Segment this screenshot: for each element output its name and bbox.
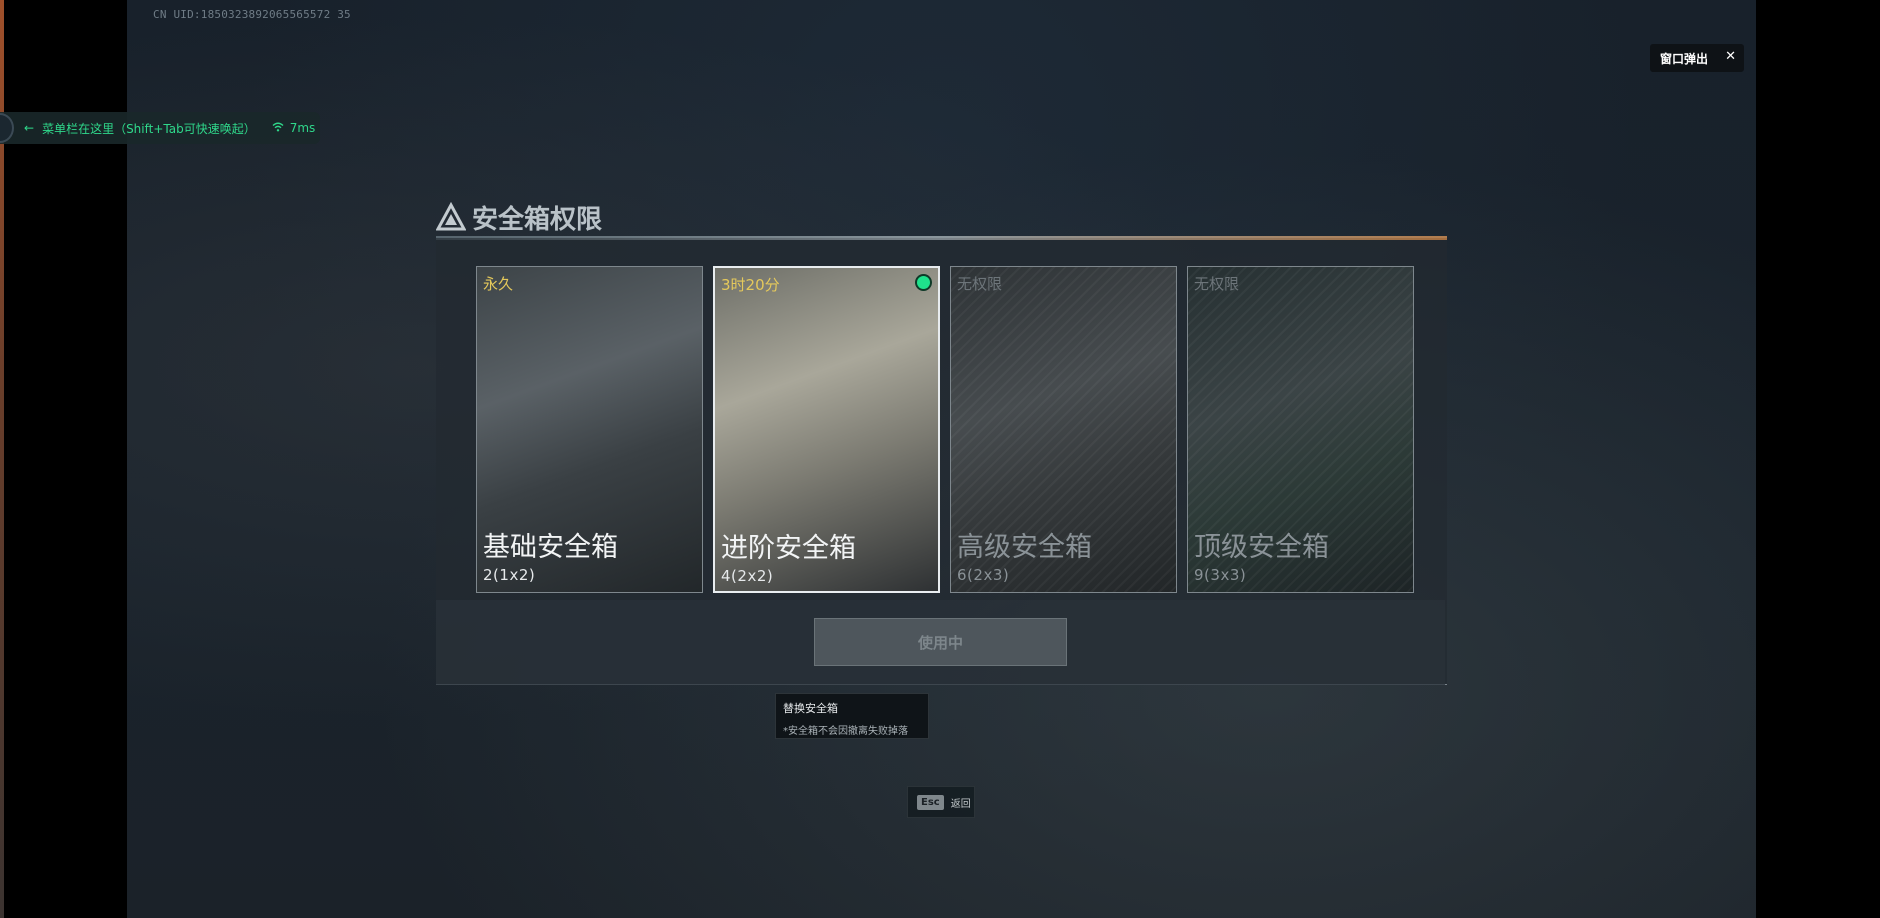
card-capacity: 2(1x2) bbox=[483, 566, 536, 584]
card-name: 高级安全箱 bbox=[957, 532, 1092, 563]
back-button[interactable]: Esc 返回 bbox=[907, 786, 975, 818]
window-popout-label: 窗口弹出 bbox=[1660, 51, 1709, 66]
card-capacity: 9(3x3) bbox=[1194, 566, 1247, 584]
tooltip: 替换安全箱 *安全箱不会因撤离失败掉落 bbox=[775, 693, 929, 739]
window-popout-button[interactable]: 窗口弹出 ✕ bbox=[1650, 44, 1744, 72]
game-screen: CN UID:1850323892065565572 35 窗口弹出 ✕ ← 菜… bbox=[0, 0, 1880, 918]
card-capacity: 6(2x3) bbox=[957, 566, 1010, 584]
active-indicator-icon bbox=[917, 276, 930, 289]
safe-box-card[interactable]: 无权限高级安全箱 6(2x3) bbox=[950, 266, 1177, 593]
safe-box-card[interactable]: 无权限顶级安全箱 9(3x3) bbox=[1187, 266, 1414, 593]
ping-value: 7ms bbox=[289, 121, 316, 135]
menu-handle[interactable] bbox=[0, 113, 14, 143]
tooltip-note: *安全箱不会因撤离失败掉落 bbox=[783, 726, 908, 737]
card-duration: 无权限 bbox=[1194, 275, 1240, 293]
safe-box-panel: 永久基础安全箱 2(1x2) 3时20分进阶安全箱 4(2x2) 无权限高级安全箱 6(2… bbox=[436, 236, 1447, 685]
safe-box-card[interactable]: 3时20分进阶安全箱 4(2x2) bbox=[713, 266, 940, 593]
esc-key-badge: Esc bbox=[917, 794, 944, 810]
letterbox-right bbox=[1756, 0, 1880, 918]
panel-title: 安全箱权限 bbox=[436, 200, 603, 235]
card-duration: 3时20分 bbox=[721, 276, 780, 294]
card-name: 基础安全箱 bbox=[483, 532, 618, 563]
panel-title-text: 安全箱权限 bbox=[472, 204, 603, 235]
menu-hint-bar[interactable]: ← 菜单栏在这里（Shift+Tab可快速唤起） 7ms bbox=[0, 112, 320, 144]
card-duration: 无权限 bbox=[957, 275, 1003, 293]
back-label: 返回 bbox=[950, 798, 971, 810]
wifi-icon bbox=[272, 122, 284, 135]
arrow-left-icon: ← bbox=[24, 121, 35, 135]
close-icon[interactable]: ✕ bbox=[1725, 49, 1736, 64]
card-duration: 永久 bbox=[483, 275, 514, 293]
panel-footer: 使用中 bbox=[436, 600, 1445, 685]
safe-box-card[interactable]: 永久基础安全箱 2(1x2) bbox=[476, 266, 703, 593]
card-capacity: 4(2x2) bbox=[721, 567, 774, 585]
in-use-button[interactable]: 使用中 bbox=[814, 618, 1067, 666]
uid-label: CN UID:1850323892065565572 35 bbox=[153, 8, 351, 21]
panel-accent-line bbox=[436, 236, 1447, 240]
card-name: 顶级安全箱 bbox=[1194, 532, 1329, 563]
tooltip-title: 替换安全箱 bbox=[783, 702, 838, 715]
triangle-warning-icon bbox=[436, 202, 466, 231]
card-name: 进阶安全箱 bbox=[721, 533, 856, 564]
menu-hint-text: 菜单栏在这里（Shift+Tab可快速唤起） bbox=[42, 121, 256, 136]
